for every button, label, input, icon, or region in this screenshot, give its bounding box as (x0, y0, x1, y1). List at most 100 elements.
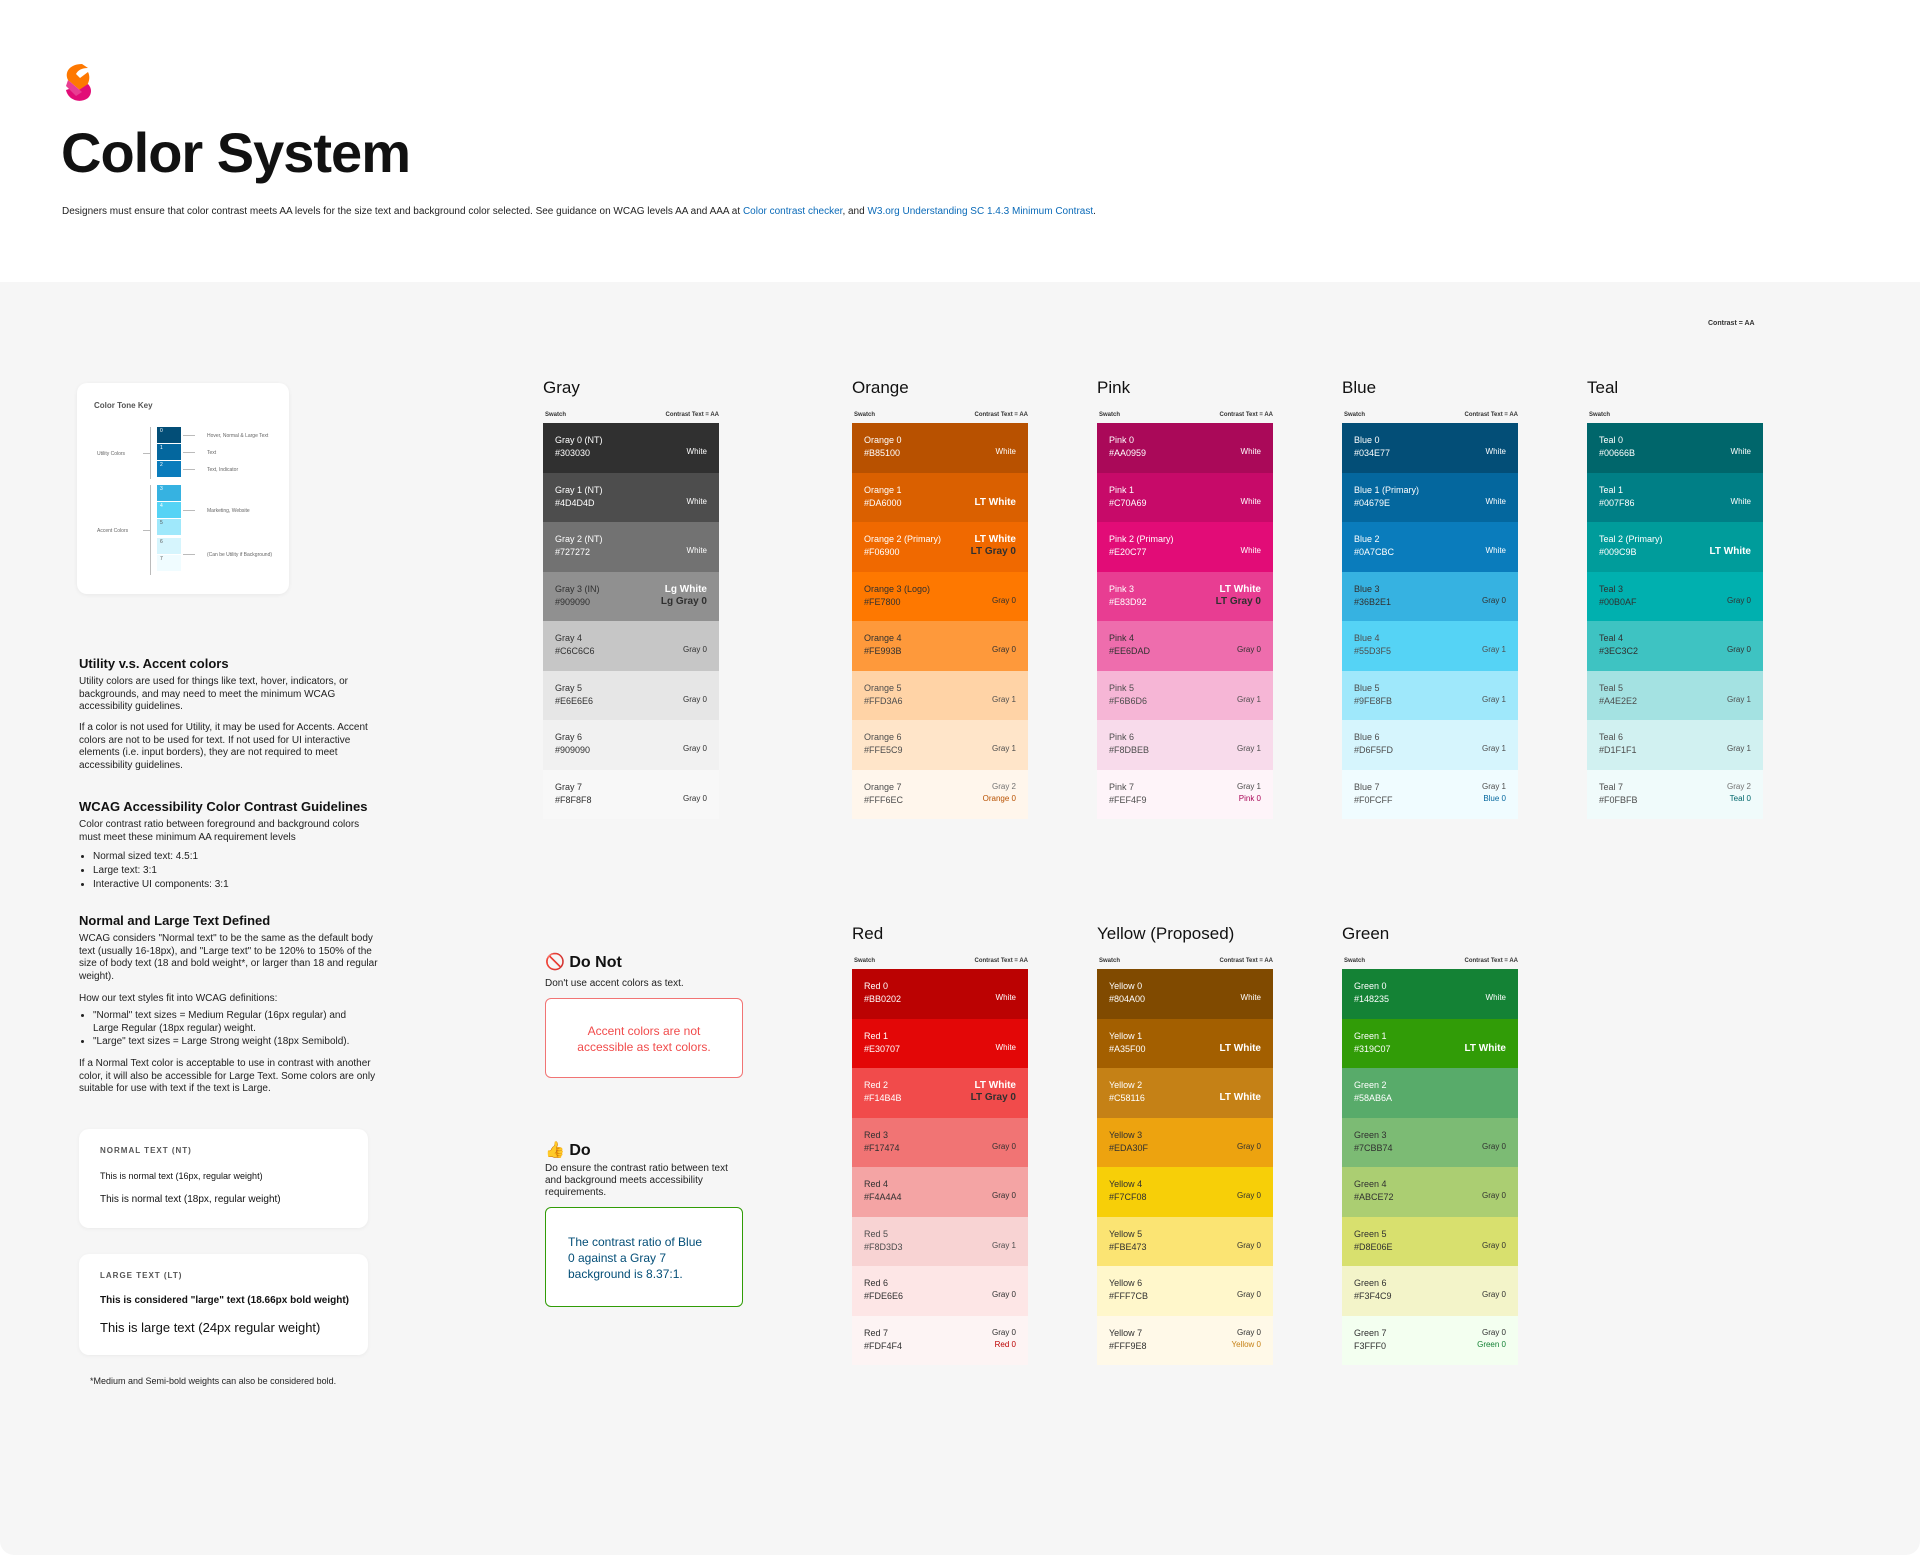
swatch-hex: #303030 (555, 448, 591, 458)
swatch-name: Orange 4 (864, 633, 902, 643)
swatch-hex: #F4A4A4 (864, 1192, 902, 1202)
swatch-yellow-5: Yellow 5 #FBE473 Gray 0 (1097, 1216, 1273, 1266)
swatch-name: Red 7 (864, 1327, 889, 1338)
swatch-name: Yellow 5 (1109, 1228, 1143, 1239)
contrast-column-header: Contrast Text = AA (1219, 958, 1273, 964)
swatch-contrast-label: Teal 0 (1729, 793, 1751, 803)
swatch-hex: #ABCE72 (1354, 1192, 1394, 1202)
swatch-contrast-label: LT White (974, 496, 1016, 508)
swatch-green-3: Green 3 #7CBB74 Gray 0 (1342, 1117, 1518, 1167)
swatch-contrast-label: White (686, 447, 707, 456)
tone-step: 7 (157, 555, 181, 571)
swatch-contrast-label: LT White (1464, 1042, 1506, 1054)
swatch-hex: #A4E2E2 (1599, 695, 1638, 706)
swatch-name: Gray 4 (555, 633, 583, 643)
swatch-gray-1: Gray 1 (NT) #4D4D4D White (543, 472, 719, 522)
swatch-contrast-label: Gray 1 (1481, 694, 1506, 704)
swatch-hex: #55D3F5 (1354, 646, 1392, 656)
swatch-contrast-label: Gray 0 (1726, 595, 1751, 605)
contrast-column-header: Contrast Text = AA (1464, 958, 1518, 964)
swatch-contrast-label: Green 0 (1477, 1339, 1506, 1349)
swatch-blue-1: Blue 1 (Primary) #04679E White (1342, 472, 1518, 522)
swatch-contrast-label: Gray 0 (1236, 1327, 1261, 1337)
do-not-description: Don't use accent colors as text. (545, 978, 684, 989)
swatch-orange-1: Orange 1 #DA6000 LT White (852, 472, 1028, 522)
swatch-contrast-label: Blue 0 (1483, 793, 1506, 803)
swatch-blue-4: Blue 4 #55D3F5 Gray 1 (1342, 621, 1518, 671)
swatch-contrast-label: Gray 1 (1481, 744, 1506, 753)
brand-logo-icon (66, 64, 91, 101)
swatch-gray-2: Gray 2 (NT) #727272 White (543, 522, 719, 572)
swatch-pink-6: Pink 6 #F8DBEB Gray 1 (1097, 720, 1273, 770)
swatch-contrast-label: White (1485, 447, 1506, 456)
swatch-contrast-label: Gray 0 (1481, 1191, 1506, 1200)
swatch-green-1: Green 1 #319C07 LT White (1342, 1018, 1518, 1068)
swatch-yellow-7: Yellow 7 #FFF9E8 Gray 0 Yellow 0 (1097, 1315, 1273, 1365)
swatch-contrast-label: Gray 0 (1236, 1290, 1261, 1299)
swatch-yellow-1: Yellow 1 #A35F00 LT White (1097, 1018, 1273, 1068)
swatch-name: Yellow 0 (1109, 981, 1143, 991)
swatch-pink-2: Pink 2 (Primary) #E20C77 White (1097, 522, 1273, 572)
swatch-contrast-label: Orange 0 (982, 793, 1016, 803)
swatch-name: Pink 2 (Primary) (1109, 534, 1174, 544)
tone-step: 4 (157, 502, 181, 518)
color-contrast-checker-link[interactable]: Color contrast checker (743, 206, 843, 217)
swatch-green-0: Green 0 #148235 White (1342, 969, 1518, 1019)
guide-paragraph: WCAG considers "Normal text" to be the s… (79, 933, 378, 982)
swatch-column-header: Swatch (854, 958, 876, 964)
do-heading: 👍 Do (545, 1140, 591, 1160)
swatch-column-header: Swatch (545, 412, 567, 418)
swatch-hex: #F0FBFB (1599, 794, 1638, 805)
swatch-name: Teal 3 (1599, 583, 1624, 594)
swatch-teal-1: Teal 1 #007F86 White (1587, 472, 1763, 522)
swatch-green-5: Green 5 #D8E06E Gray 0 (1342, 1216, 1518, 1266)
swatch-contrast-label: Gray 0 (682, 694, 707, 704)
swatch-contrast-label: Gray 0 (1236, 1191, 1261, 1200)
swatch-hex: #034E77 (1354, 448, 1391, 458)
swatch-contrast-label: White (1240, 546, 1261, 555)
intro-text-part: . (1093, 206, 1096, 217)
swatch-contrast-label: Lg Gray 0 (660, 595, 707, 607)
swatch-name: Gray 7 (555, 781, 583, 792)
swatch-contrast-label: Gray 0 (682, 793, 707, 803)
swatch-blue-0: Blue 0 #034E77 White (1342, 423, 1518, 473)
swatch-pink-4: Pink 4 #EE6DAD Gray 0 (1097, 621, 1273, 671)
swatch-hex: #D8E06E (1354, 1241, 1393, 1252)
swatch-hex: #00B0AF (1599, 596, 1637, 607)
intro-text: Designers must ensure that color contras… (62, 206, 1096, 217)
swatch-name: Blue 3 (1354, 583, 1380, 594)
swatch-name: Blue 2 (1354, 534, 1380, 544)
swatch-blue-6: Blue 6 #D6F5FD Gray 1 (1342, 720, 1518, 770)
swatch-hex: #A35F00 (1109, 1043, 1146, 1054)
swatch-hex: #909090 (555, 745, 591, 755)
swatch-name: Pink 5 (1109, 682, 1135, 693)
swatch-name: Red 2 (864, 1080, 889, 1090)
swatch-name: Orange 7 (864, 781, 902, 792)
swatch-name: Blue 1 (Primary) (1354, 484, 1420, 495)
swatch-hex: #F8F8F8 (555, 794, 592, 805)
swatch-contrast-label: Gray 1 (1236, 744, 1261, 753)
swatch-contrast-label: Gray 0 (991, 1191, 1016, 1200)
swatch-name: Pink 3 (1109, 583, 1135, 594)
w3-understanding-link[interactable]: W3.org Understanding SC 1.4.3 Minimum Co… (867, 206, 1093, 217)
swatch-name: Orange 2 (Primary) (864, 534, 942, 544)
swatch-hex: #B85100 (864, 448, 901, 458)
contrast-column-header: Contrast Text = AA (1219, 412, 1273, 418)
swatch-contrast-label: LT White (1219, 1092, 1261, 1103)
swatch-hex: #E6E6E6 (555, 695, 594, 706)
guide-paragraph: Color contrast ratio between foreground … (79, 819, 360, 843)
swatch-contrast-label: Gray 0 (1236, 1141, 1261, 1151)
swatch-yellow-0: Yellow 0 #804A00 White (1097, 969, 1273, 1019)
swatch-hex: #D6F5FD (1354, 745, 1394, 755)
swatch-hex: #F6B6D6 (1109, 695, 1148, 706)
swatch-hex: #727272 (555, 547, 591, 557)
swatch-red-0: Red 0 #BB0202 White (852, 969, 1028, 1019)
swatch-yellow-2: Yellow 2 #C58116 LT White (1097, 1068, 1273, 1118)
swatch-hex: #C6C6C6 (555, 646, 595, 656)
swatch-contrast-label: Gray 1 (1481, 645, 1506, 654)
swatch-name: Red 3 (864, 1129, 889, 1140)
swatch-hex: #7CBB74 (1354, 1142, 1393, 1153)
swatch-yellow-4: Yellow 4 #F7CF08 Gray 0 (1097, 1167, 1273, 1217)
swatch-red-4: Red 4 #F4A4A4 Gray 0 (852, 1167, 1028, 1217)
swatch-contrast-label: LT White (1219, 1042, 1261, 1054)
